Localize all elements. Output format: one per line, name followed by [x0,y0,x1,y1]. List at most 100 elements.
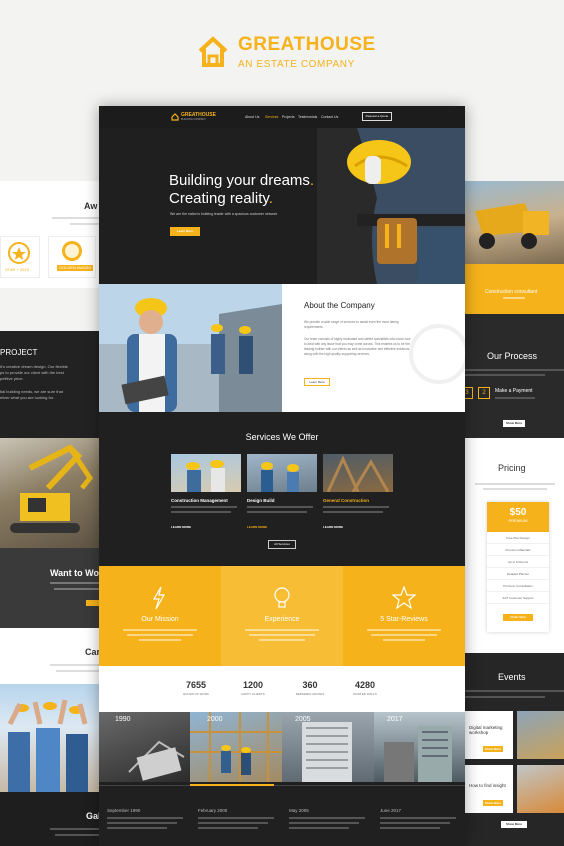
make-payment-title: Make a Payment [495,388,533,394]
year-2005: 2005 [295,716,311,723]
left-want-panel: Want to Wo [0,548,99,628]
hero-line-1: Building your dreams [169,172,310,189]
left-awards-panel: Aw STAR + 2015 GOLDEN AWARD [0,181,99,288]
about-title: About the Company [304,301,375,310]
service-image-1 [171,454,241,492]
features-section: Our Mission Experience 5 Star-Reviews [99,566,465,666]
stat-walls-label: PAINTED WALLS [353,692,377,696]
history-gallery: 1990 2000 2005 2017 [99,712,465,782]
timeline-section: September 1990 February 2000 May 2005 Ju… [99,782,465,846]
stat-houses-value: 360 [302,680,318,690]
service-1-more[interactable]: LEARN MORE [171,525,191,529]
consult-title: Construction consultant [485,289,538,295]
services-section: Services We Offer Construction Managemen… [99,412,465,566]
award1-label: STAR + 2015 [5,267,29,272]
award-card-1: STAR + 2015 [0,236,40,278]
stats-section: 7655 HOURS OF WORK 1200 HAPPY CLIENTS 36… [99,666,465,712]
pricing-card: $50 PREMIUM Free Plan Design Premium Mate… [487,502,549,632]
process-more-button[interactable]: Show More [503,420,525,427]
hero-learn-more-button[interactable]: Learn More [170,227,200,236]
feature-mission-title: Our Mission [141,616,179,623]
hero-worker-image [317,128,465,284]
award2-label: GOLDEN AWARD [57,265,94,271]
brand-name-b: HOUSE [305,34,376,55]
right-consult-panel: Construction consultant [465,264,564,314]
about-paragraph-2: Our team consists of highly motivated an… [304,337,411,356]
timeline-date-2: February 2000 [198,808,228,813]
career-title: Car [85,647,99,657]
nav-logo-sub: BUILDING COMPANY [181,118,206,121]
event-2-button[interactable]: Show More [483,800,503,806]
timeline-date-1: September 1990 [107,808,141,813]
want-button[interactable] [86,600,99,606]
event-2-title: How to find insight [469,783,506,788]
left-career-panel: Car [0,628,99,684]
event-card-1[interactable]: Digital marketing workshop Show More [465,711,513,759]
event-2-image [517,765,564,813]
service-3-title: General Construction [323,498,370,503]
timeline-date-4: June 2017 [380,808,402,813]
timeline-active-bar [190,784,274,786]
nav-services[interactable]: Services [265,115,278,119]
project-text-5: eliver what you are looking for. [0,395,55,400]
history-image-1990 [99,712,190,782]
award-badge-icon [8,242,30,264]
nav-projects[interactable]: Projects [282,115,295,119]
service-2-title: Design Build [247,498,275,503]
award-card-2: GOLDEN AWARD [48,236,96,278]
brand-name-a: GREAT [238,34,306,55]
history-image-2000 [190,712,282,782]
stat-hours-label: HOURS OF WORK [183,692,209,696]
request-quote-button[interactable]: Request a Quote [362,112,392,121]
order-now-button[interactable]: Order Now [503,614,533,621]
about-learn-more-button[interactable]: Learn More [304,378,330,386]
service-3-more[interactable]: LEARN MORE [323,525,343,529]
stat-clients-label: HAPPY CLIENTS [241,692,265,696]
gallery-title: Gal [86,811,99,821]
stat-walls-value: 4280 [354,680,376,690]
excavator-illustration [10,444,94,533]
event-1-title: Digital marketing workshop [469,725,503,735]
stat-hours-value: 7655 [185,680,207,690]
brand-tagline: AN ESTATE COMPANY [238,59,355,70]
hero-section: Building your dreams. Creating reality. … [99,128,465,284]
service-1-title: Construction Management [171,498,228,503]
right-process-panel: Our Process 2 3 Make a Payment Show More [465,314,564,438]
stat-clients-value: 1200 [242,680,264,690]
process-title: Our Process [487,351,538,361]
timeline-date-3: May 2005 [289,808,309,813]
feature-experience-title: Experience [264,616,300,623]
price-value: $50 [509,507,527,518]
left-gallery-panel: Gal [0,792,99,846]
left-project-panel: PROJECT It's creative dream design. Our … [0,331,99,438]
star-icon [392,586,416,610]
team-hands-illustration [7,699,88,792]
year-1990: 1990 [115,716,131,723]
event-1-button[interactable]: Show More [483,746,503,752]
plan-feature-item: Detailed Planner [487,568,549,580]
event-card-2[interactable]: How to find insight Show More [465,765,513,813]
right-pricing-panel: Pricing $50 PREMIUM Free Plan Design Prem… [465,438,564,653]
main-page-preview: GREATHOUSE BUILDING COMPANY About Us Ser… [99,106,465,846]
step-2-badge: 2 [478,387,490,399]
service-image-3 [323,454,393,493]
hero-subtitle: We are the nation's building leader with… [170,212,278,216]
left-team-image [0,684,99,792]
stat-houses-label: REPAIRED HOUSES [295,692,325,696]
nav-testimonials[interactable]: Testimonials [298,115,317,119]
nav-about[interactable]: About Us [245,115,259,119]
events-more-button[interactable]: Show More [501,821,527,828]
left-excavator-image [0,438,99,548]
all-services-button[interactable]: All Services [268,540,296,549]
pricing-card-header: $50 PREMIUM [487,502,549,532]
pricing-title: Pricing [498,463,526,473]
nav-contact[interactable]: Contact Us [321,115,338,119]
want-title: Want to Wo [50,568,99,578]
plan-feature-item: Free Plan Design [487,532,549,544]
plan-feature-item: Premium Materials [487,544,549,556]
service-2-more[interactable]: LEARN MORE [247,525,267,529]
events-title: Events [498,672,526,682]
bulb-icon [274,587,290,608]
about-paragraph-1: We provide a wide range of services to a… [304,320,399,329]
awards-title: Aw [84,201,98,211]
